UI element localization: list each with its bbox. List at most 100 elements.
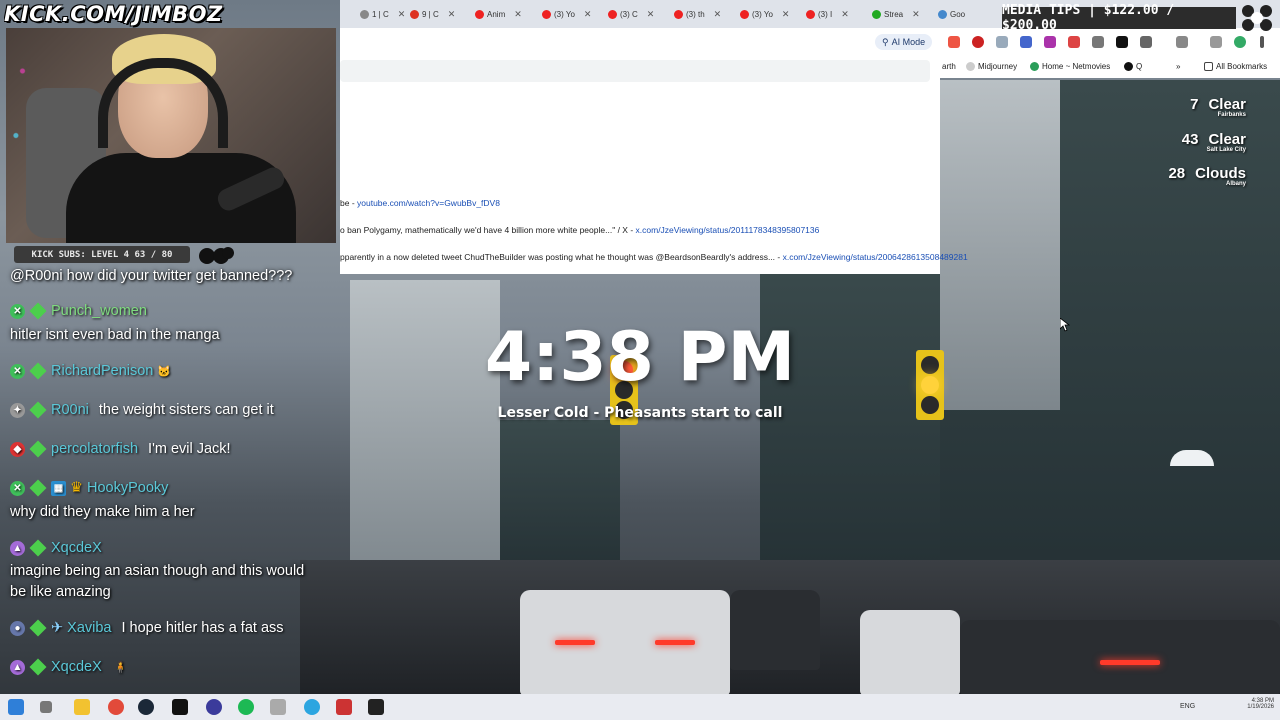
sub-badge-icon: [29, 619, 47, 637]
file-explorer-icon[interactable]: [74, 699, 90, 715]
building: [940, 80, 1060, 410]
mouse-cursor-icon: [1060, 318, 1070, 332]
weather-condition: Clear: [1208, 131, 1246, 148]
weather-temp: 28: [1168, 165, 1186, 182]
x-icon[interactable]: [1116, 36, 1128, 48]
badge-icon: ▲: [10, 540, 25, 556]
ai-mode-label: AI Mode: [891, 37, 926, 47]
language-indicator[interactable]: ENG: [1180, 703, 1195, 710]
bookmark-label: Home ~ Netmovies: [1042, 62, 1111, 71]
browser-tab[interactable]: Goo: [938, 5, 965, 23]
bookmark-item[interactable]: Home ~ Netmovies: [1030, 62, 1110, 71]
bookmark-icon: [966, 62, 975, 71]
close-icon[interactable]: ✕: [782, 9, 790, 20]
chat-username-row: ✕ ▦ ♛ HookyPooky: [10, 479, 168, 497]
task-view-icon[interactable]: [40, 701, 52, 713]
result-link[interactable]: x.com/JzeViewing/status/2011178348395807…: [636, 225, 820, 235]
obs-icon[interactable]: [206, 699, 222, 715]
close-icon[interactable]: ✕: [514, 9, 522, 20]
spotify-icon[interactable]: [238, 699, 254, 715]
browser-page: be - youtube.com/watch?v=GwubBv_fDV8 o b…: [340, 56, 968, 274]
result-link[interactable]: x.com/JzeViewing/status/2006428613508489…: [783, 252, 968, 262]
close-icon[interactable]: ✕: [398, 9, 406, 20]
crown-icon: ♛: [70, 480, 83, 496]
history-result[interactable]: o ban Polygamy, mathematically we'd have…: [340, 225, 819, 235]
sub-badge-icon: [29, 440, 47, 458]
browser-tab[interactable]: (3) Yo ✕: [542, 5, 591, 23]
media-tips-goal: MEDIA TIPS | $122.00 / $200.00: [1002, 3, 1236, 33]
badge-icon: ●: [10, 620, 25, 636]
extension-icon[interactable]: [996, 36, 1008, 48]
browser-tab[interactable]: Strea ✕: [872, 5, 920, 23]
bookmark-item[interactable]: Midjourney: [966, 62, 1017, 71]
browser-tab[interactable]: (3) th ✕: [674, 5, 721, 23]
puzzle-icon[interactable]: [1140, 36, 1152, 48]
clock-time: 4:38 PM: [484, 318, 796, 397]
menu-icon[interactable]: [1260, 36, 1264, 48]
bookmark-item[interactable]: arth: [942, 62, 956, 71]
telegram-icon[interactable]: [304, 699, 320, 715]
browser-tab[interactable]: (3) C ✕: [608, 5, 654, 23]
chat-message: @R00ni how did your twitter get banned??…: [10, 268, 293, 284]
system-clock[interactable]: 4:38 PM 1/19/2026: [1247, 698, 1274, 710]
app-icon[interactable]: [336, 699, 352, 715]
badge-icon: ✕: [10, 363, 25, 379]
weather-temp: 7: [1190, 96, 1199, 113]
weather-condition: Clear: [1208, 96, 1246, 113]
badge-icon: ✦: [10, 402, 25, 418]
tab-label: 1 | C: [372, 9, 389, 19]
app-icon[interactable]: [270, 699, 286, 715]
chat-username: R00ni: [51, 402, 89, 418]
browser-tab[interactable]: Anim ✕: [475, 5, 522, 23]
chat-message: imagine being an asian though and this w…: [10, 563, 305, 579]
extension-icon[interactable]: [948, 36, 960, 48]
windows-start-icon[interactable]: [8, 699, 24, 715]
close-icon[interactable]: ✕: [714, 9, 722, 20]
car: [860, 610, 960, 695]
extension-icon[interactable]: [1020, 36, 1032, 48]
close-icon[interactable]: ✕: [841, 9, 849, 20]
ai-mode-button[interactable]: ⚲ AI Mode: [875, 34, 933, 50]
close-icon[interactable]: ✕: [448, 9, 456, 20]
tab-label: Anim: [487, 9, 506, 19]
app-icon[interactable]: [368, 699, 384, 715]
terminal-icon[interactable]: [172, 699, 188, 715]
extension-icon[interactable]: [1044, 36, 1056, 48]
bookmark-item[interactable]: Q: [1124, 62, 1142, 71]
close-icon[interactable]: ✕: [912, 9, 920, 20]
history-result[interactable]: pparently in a now deleted tweet ChudThe…: [340, 252, 968, 262]
snow-roof: [1170, 450, 1214, 466]
browser-tab[interactable]: (3) Yo ✕: [740, 5, 789, 23]
extension-icon[interactable]: [1068, 36, 1080, 48]
webcam-feed: [6, 28, 336, 243]
tab-label: Goo: [950, 9, 966, 19]
bookmark-label: Midjourney: [978, 62, 1018, 71]
bookmark-folder[interactable]: All Bookmarks: [1204, 62, 1267, 71]
search-input[interactable]: [340, 60, 930, 82]
ublock-icon[interactable]: [972, 36, 984, 48]
taillight: [555, 640, 595, 645]
steam-icon[interactable]: [138, 699, 154, 715]
weather-temp: 43: [1181, 131, 1199, 148]
chat-username-row: ✕ Punch_women: [10, 302, 147, 320]
browser-tab[interactable]: 1 | C ✕: [360, 5, 405, 23]
browser-tab[interactable]: 9 | C ✕: [410, 5, 455, 23]
tab-label: (3) Yo: [752, 9, 773, 19]
chat-username-row: ● ✈ Xaviba I hope hitler has a fat ass: [10, 619, 284, 637]
subs-goal-bar: KICK SUBS: LEVEL 4 63 / 80: [14, 246, 190, 263]
download-icon[interactable]: [1210, 36, 1222, 48]
tab-label: Strea: [884, 9, 904, 19]
close-icon[interactable]: ✕: [647, 9, 655, 20]
avatar[interactable]: [1234, 36, 1246, 48]
badge-icon: ◆: [10, 441, 25, 457]
close-icon[interactable]: ✕: [584, 9, 592, 20]
history-result[interactable]: be - youtube.com/watch?v=GwubBv_fDV8: [340, 198, 500, 208]
bookmarks-overflow-icon[interactable]: »: [1176, 62, 1180, 71]
result-link[interactable]: youtube.com/watch?v=GwubBv_fDV8: [357, 198, 500, 208]
sidepanel-icon[interactable]: [1176, 36, 1188, 48]
browser-tab[interactable]: (3) I ✕: [806, 5, 849, 23]
result-text: be -: [340, 198, 358, 208]
chrome-icon[interactable]: [108, 699, 124, 715]
chat-message: I hope hitler has a fat ass: [121, 620, 284, 636]
extension-icon[interactable]: [1092, 36, 1104, 48]
